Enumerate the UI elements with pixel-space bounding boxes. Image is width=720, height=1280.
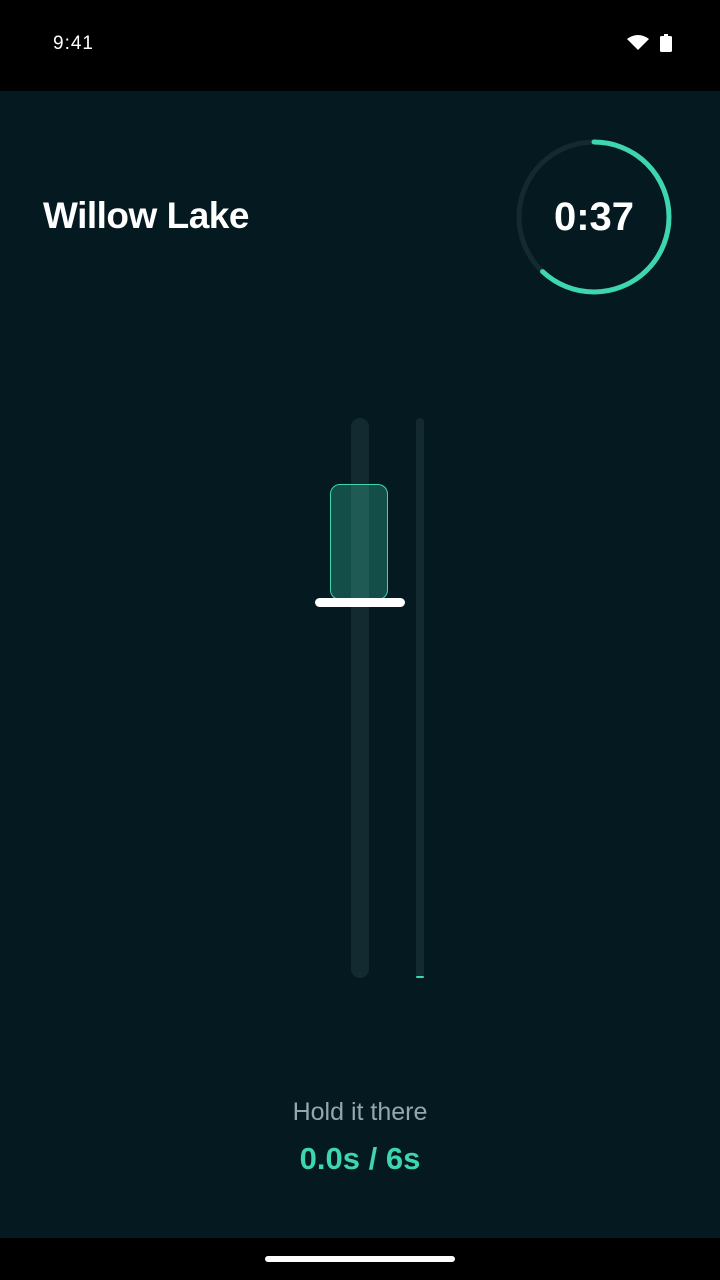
level-title: Willow Lake bbox=[43, 195, 249, 236]
target-zone bbox=[330, 484, 388, 600]
game-screen: Willow Lake 0:37 Hold it there 0.0s / 6s bbox=[0, 91, 720, 1238]
timer-text: 0:37 bbox=[553, 195, 635, 239]
hold-counter: 0.0s / 6s bbox=[299, 1141, 421, 1176]
home-indicator[interactable] bbox=[265, 1256, 455, 1262]
countdown-timer: 0:37 bbox=[515, 138, 673, 296]
battery-icon bbox=[660, 34, 672, 57]
hold-progress-fill bbox=[416, 976, 424, 978]
wifi-icon bbox=[626, 34, 650, 57]
slider-handle[interactable] bbox=[315, 598, 405, 607]
status-icons bbox=[626, 34, 672, 57]
navigation-bar bbox=[0, 1238, 720, 1280]
hint-text: Hold it there bbox=[292, 1098, 428, 1126]
status-time: 9:41 bbox=[53, 33, 94, 54]
hold-progress-track bbox=[416, 418, 424, 978]
screen: 9:41 Willow Lake 0:37 Hold it there 0.0s… bbox=[0, 0, 720, 1280]
status-bar: 9:41 bbox=[0, 0, 720, 91]
